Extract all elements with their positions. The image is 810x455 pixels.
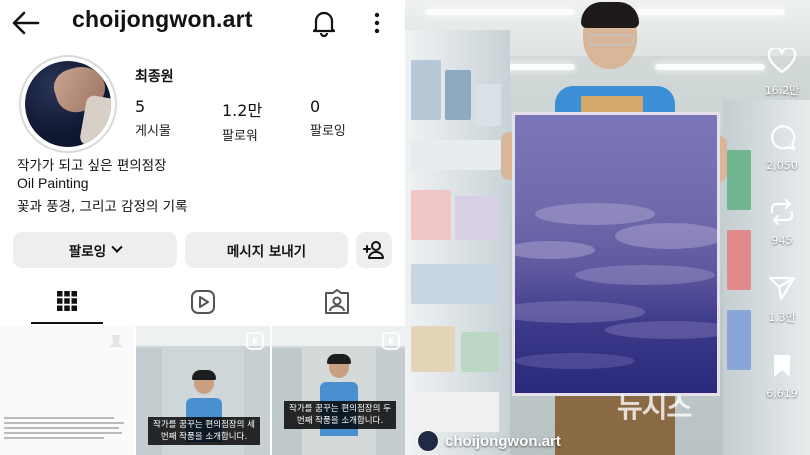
post-thumbnail[interactable]: 작가를 꿈꾸는 편의점장의 세번째 작품을 소개합니다.	[136, 326, 270, 455]
more-vertical-icon	[374, 12, 380, 34]
painting-cloud	[605, 321, 717, 339]
shelf-product	[411, 392, 499, 432]
stat-posts-count: 5	[135, 97, 146, 116]
tab-posts-grid[interactable]	[31, 280, 103, 324]
stat-posts-label: 게시물	[135, 124, 171, 139]
message-button[interactable]: 메시지 보내기	[185, 232, 348, 268]
shelf-product	[727, 310, 751, 370]
arrow-left-icon	[12, 11, 40, 35]
profile-header: choijongwon.art	[0, 0, 405, 46]
profile-panel: choijongwon.art 최종원 5 게시물 1.2만 팔로워 0 팔로잉…	[0, 0, 405, 455]
ceiling-light	[425, 9, 575, 15]
shelf-product	[411, 140, 501, 170]
bio-line: Oil Painting	[17, 175, 89, 191]
suggest-users-button[interactable]	[356, 232, 392, 268]
repost-count: 945	[771, 234, 793, 247]
following-button[interactable]: 팔로잉	[13, 232, 177, 268]
reel-account-username: choijongwon.art	[445, 432, 561, 450]
profile-username: choijongwon.art	[72, 6, 253, 32]
shelf-product	[445, 70, 471, 120]
pin-icon	[109, 335, 123, 347]
following-button-label: 팔로잉	[68, 244, 107, 260]
person-glasses	[588, 34, 634, 46]
painting-cloud	[615, 223, 717, 249]
stat-followers-count: 1.2만	[222, 101, 263, 120]
chevron-down-icon	[111, 241, 123, 253]
add-user-icon	[363, 241, 384, 259]
grid-icon	[57, 291, 77, 311]
repost-icon	[770, 198, 794, 226]
ceiling-light	[655, 64, 765, 70]
share-count: 1.3만	[768, 311, 796, 324]
bio-line: 꽃과 풍경, 그리고 감정의 기록	[17, 199, 188, 215]
painting-cloud	[535, 203, 655, 225]
tagged-icon	[325, 289, 349, 314]
reel-account[interactable]: choijongwon.art	[417, 428, 561, 454]
bio-line: 작가가 되고 싶은 편의점장	[17, 158, 167, 174]
stat-followers-label: 팔로워	[222, 129, 258, 144]
bookmark-icon	[774, 355, 790, 377]
save-count: 6,619	[766, 387, 798, 400]
post-text-preview	[4, 414, 130, 442]
ceiling-light	[635, 9, 785, 15]
reel-video[interactable]: 16.2만 2,050 945 1.3만 6,619 뉴시스 choijongw…	[405, 0, 810, 455]
posts-grid: 작가를 꿈꾸는 편의점장의 세번째 작품을 소개합니다. 작가를 꿈꾸는 편의점…	[0, 326, 405, 455]
save-button[interactable]: 6,619	[757, 353, 807, 400]
comment-icon	[771, 125, 796, 151]
shelf-product	[411, 190, 451, 240]
reels-icon	[191, 290, 215, 314]
avatar[interactable]	[25, 61, 111, 147]
post-caption: 작가를 꿈꾸는 편의점장의 두번째 작품을 소개합니다.	[284, 401, 396, 429]
shelf-product	[411, 60, 441, 120]
tab-tagged[interactable]	[301, 280, 373, 324]
shelf-product	[411, 326, 455, 372]
display-name: 최종원	[135, 69, 174, 85]
shelf-product	[727, 230, 751, 290]
more-options-button[interactable]	[368, 10, 386, 36]
painting-cloud	[575, 265, 715, 285]
reel-badge-icon	[382, 332, 400, 350]
stat-followers[interactable]: 1.2만 팔로워	[222, 97, 262, 144]
post-caption: 작가를 꿈꾸는 편의점장의 세번째 작품을 소개합니다.	[148, 417, 260, 445]
shelf-product	[455, 196, 499, 240]
stat-posts[interactable]: 5 게시물	[135, 97, 171, 139]
like-count: 16.2만	[764, 84, 800, 97]
post-thumbnail[interactable]	[0, 326, 134, 455]
reel-account-avatar	[417, 430, 439, 452]
send-icon	[768, 276, 796, 301]
notifications-button[interactable]	[311, 9, 337, 38]
like-button[interactable]: 16.2만	[757, 46, 807, 98]
stat-following-count: 0	[310, 97, 321, 116]
comment-count: 2,050	[766, 159, 798, 172]
painting-cloud	[515, 241, 595, 259]
post-thumbnail[interactable]: 작가를 꿈꾸는 편의점장의 두번째 작품을 소개합니다.	[272, 326, 405, 455]
heart-icon	[767, 46, 797, 74]
stat-following[interactable]: 0 팔로잉	[310, 97, 346, 139]
person-hair	[581, 2, 639, 28]
shelf-product	[411, 264, 499, 304]
oil-painting	[512, 112, 720, 396]
repost-button[interactable]: 945	[757, 198, 807, 247]
shelf-product	[475, 84, 501, 126]
bell-icon	[312, 11, 336, 38]
message-button-label: 메시지 보내기	[226, 244, 307, 260]
profile-tabs	[0, 280, 405, 324]
news-watermark: 뉴시스	[617, 391, 692, 424]
comment-button[interactable]: 2,050	[757, 123, 807, 172]
tab-reels[interactable]	[167, 280, 239, 324]
back-button[interactable]	[10, 8, 42, 38]
reel-badge-icon	[246, 332, 264, 350]
share-button[interactable]: 1.3만	[757, 275, 807, 325]
painting-cloud	[515, 301, 645, 323]
painting-cloud	[515, 353, 635, 369]
stat-following-label: 팔로잉	[310, 124, 346, 139]
shelf-product	[461, 332, 499, 372]
shelf-product	[727, 150, 751, 210]
